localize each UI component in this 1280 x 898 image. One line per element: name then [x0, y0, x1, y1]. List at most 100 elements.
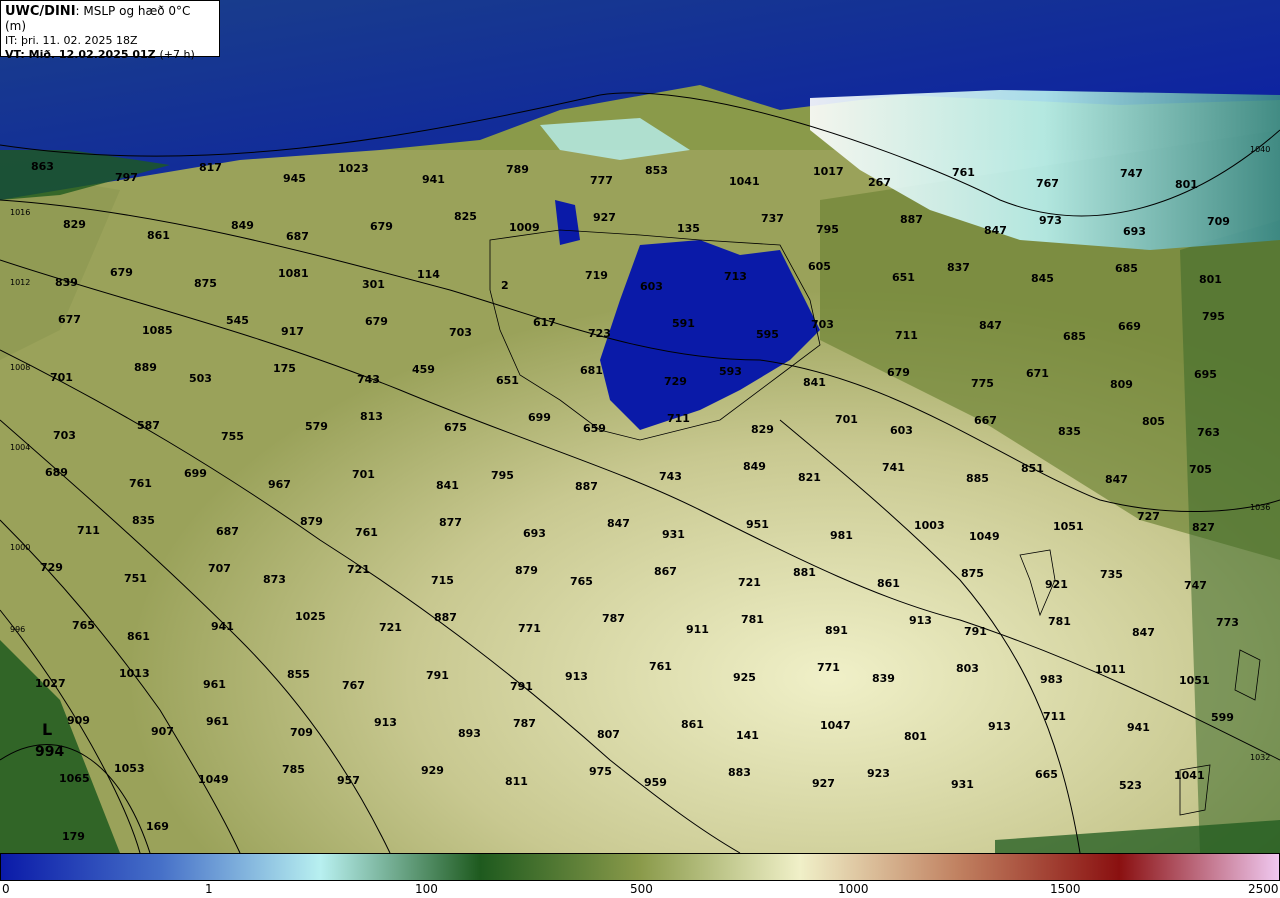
height-label: 715 [431, 574, 454, 587]
height-label: 951 [746, 518, 769, 531]
height-label: 301 [362, 278, 385, 291]
height-label: 795 [1202, 310, 1225, 323]
height-label: 711 [895, 329, 918, 342]
height-label: 931 [662, 528, 685, 541]
model-name: UWC/DINI [5, 4, 76, 19]
colorbar-legend: 0 1 100 500 1000 1500 2500 [0, 853, 1280, 898]
height-label: 789 [506, 163, 529, 176]
height-label: 679 [365, 315, 388, 328]
height-label: 913 [374, 716, 397, 729]
height-label: 1027 [35, 677, 66, 690]
height-label: 579 [305, 420, 328, 433]
low-pressure-symbol: L [42, 720, 52, 739]
height-label: 711 [1043, 710, 1066, 723]
height-label: 887 [900, 213, 923, 226]
height-label: 817 [199, 161, 222, 174]
height-label: 813 [360, 410, 383, 423]
height-label: 761 [952, 166, 975, 179]
height-label: 523 [1119, 779, 1142, 792]
height-label: 837 [947, 261, 970, 274]
height-label: 861 [681, 718, 704, 731]
height-label: 667 [974, 414, 997, 427]
height-label: 701 [50, 371, 73, 384]
height-label: 175 [273, 362, 296, 375]
height-label: 927 [812, 777, 835, 790]
height-label: 821 [798, 471, 821, 484]
height-label: 729 [664, 375, 687, 388]
height-label: 709 [290, 726, 313, 739]
height-label: 861 [877, 577, 900, 590]
height-label: 853 [645, 164, 668, 177]
isobar-label: 996 [10, 625, 25, 634]
height-label: 925 [733, 671, 756, 684]
height-label: 503 [189, 372, 212, 385]
height-label: 675 [444, 421, 467, 434]
colorbar-gradient [0, 853, 1280, 881]
height-label: 671 [1026, 367, 1049, 380]
low-pressure-value: 994 [35, 744, 64, 760]
height-label: 841 [803, 376, 826, 389]
height-label: 829 [63, 218, 86, 231]
height-label: 761 [649, 660, 672, 673]
height-label: 913 [565, 670, 588, 683]
isobar-label: 1036 [1250, 503, 1270, 512]
height-label: 791 [510, 680, 533, 693]
height-label: 771 [518, 622, 541, 635]
height-label: 775 [971, 377, 994, 390]
colorbar-tick-1: 1 [205, 882, 213, 896]
height-label: 721 [379, 621, 402, 634]
height-label: 721 [347, 563, 370, 576]
height-label: 911 [686, 623, 709, 636]
height-label: 677 [58, 313, 81, 326]
isobar-label: 1000 [10, 543, 30, 552]
height-label: 909 [67, 714, 90, 727]
colorbar-tick-2: 100 [415, 882, 438, 896]
height-label: 709 [1207, 215, 1230, 228]
height-label: 847 [607, 517, 630, 530]
height-label: 841 [436, 479, 459, 492]
height-label: 2 [501, 279, 509, 292]
height-label: 747 [1184, 579, 1207, 592]
height-label: 1023 [338, 162, 369, 175]
height-label: 763 [1197, 426, 1220, 439]
height-label: 679 [887, 366, 910, 379]
height-label: 767 [1036, 177, 1059, 190]
height-label: 141 [736, 729, 759, 742]
height-label: 803 [956, 662, 979, 675]
height-label: 707 [208, 562, 231, 575]
height-label: 755 [221, 430, 244, 443]
height-label: 847 [979, 319, 1002, 332]
height-label: 913 [988, 720, 1011, 733]
height-label: 699 [184, 467, 207, 480]
height-label: 847 [1132, 626, 1155, 639]
height-label: 1065 [59, 772, 90, 785]
height-label: 847 [1105, 473, 1128, 486]
height-label: 835 [1058, 425, 1081, 438]
height-label: 983 [1040, 673, 1063, 686]
height-label: 921 [1045, 578, 1068, 591]
height-label: 659 [583, 422, 606, 435]
height-label: 907 [151, 725, 174, 738]
height-label: 883 [728, 766, 751, 779]
height-label: 1011 [1095, 663, 1126, 676]
height-label: 679 [110, 266, 133, 279]
height-label: 687 [216, 525, 239, 538]
height-label: 695 [1194, 368, 1217, 381]
height-label: 689 [45, 466, 68, 479]
height-label: 1047 [820, 719, 851, 732]
height-label: 861 [147, 229, 170, 242]
height-label: 721 [738, 576, 761, 589]
colorbar-tick-6: 2500 [1248, 882, 1279, 896]
height-label: 603 [640, 280, 663, 293]
colorbar-tick-4: 1000 [838, 882, 869, 896]
height-label: 811 [505, 775, 528, 788]
height-label: 701 [835, 413, 858, 426]
height-label: 1051 [1179, 674, 1210, 687]
height-label: 751 [124, 572, 147, 585]
height-label: 679 [370, 220, 393, 233]
height-label: 967 [268, 478, 291, 491]
height-label: 1041 [729, 175, 760, 188]
height-label: 839 [55, 276, 78, 289]
height-label: 885 [966, 472, 989, 485]
height-label: 685 [1115, 262, 1138, 275]
